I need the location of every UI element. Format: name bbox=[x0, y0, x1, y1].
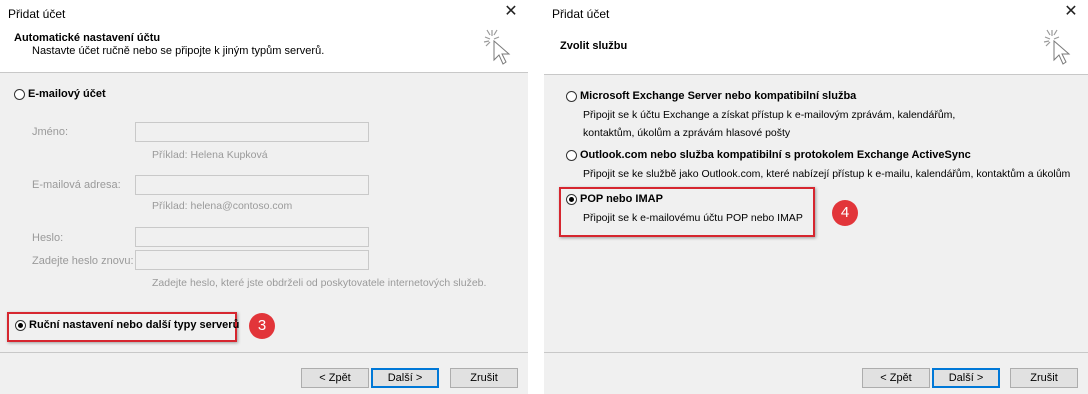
back-button[interactable]: < Zpět bbox=[862, 368, 930, 388]
close-icon[interactable]: ✕ bbox=[1062, 3, 1080, 21]
pop-imap-radio[interactable] bbox=[566, 194, 577, 205]
name-label: Jméno: bbox=[32, 126, 69, 138]
pop-imap-label: POP nebo IMAP bbox=[580, 193, 663, 205]
header-title: Automatické nastavení účtu bbox=[14, 32, 161, 44]
outlook-com-desc: Připojit se ke službě jako Outlook.com, … bbox=[583, 168, 1071, 180]
step-badge: 3 bbox=[249, 313, 275, 339]
manual-setup-label: Ruční nastavení nebo další typy serverů bbox=[29, 319, 240, 331]
password-hint: Zadejte heslo, které jste obdrželi od po… bbox=[152, 277, 487, 289]
step-badge: 4 bbox=[832, 200, 858, 226]
name-hint: Příklad: Helena Kupková bbox=[152, 149, 268, 161]
header-subtitle: Nastavte účet ručně nebo se připojte k j… bbox=[32, 45, 325, 57]
email-account-label: E-mailový účet bbox=[28, 88, 106, 100]
email-label: E-mailová adresa: bbox=[32, 179, 121, 191]
exchange-desc-line1: Připojit se k účtu Exchange a získat pří… bbox=[583, 109, 956, 121]
password-label: Heslo: bbox=[32, 232, 64, 244]
email-hint: Příklad: helena@contoso.com bbox=[152, 200, 293, 212]
exchange-label: Microsoft Exchange Server nebo kompatibi… bbox=[580, 90, 857, 102]
email-field[interactable] bbox=[135, 175, 369, 195]
title-bar: Přidat účet ✕ bbox=[0, 0, 528, 26]
divider bbox=[0, 352, 528, 353]
add-account-dialog-automatic: Přidat účet ✕ Automatické nastavení účtu… bbox=[0, 0, 528, 394]
cancel-button[interactable]: Zrušit bbox=[1010, 368, 1078, 388]
divider bbox=[544, 352, 1088, 353]
title-bar: Přidat účet ✕ bbox=[544, 0, 1088, 26]
wizard-header: Zvolit službu bbox=[544, 26, 1088, 75]
exchange-desc-line2: kontaktům, úkolům a zprávám hlasové pošt… bbox=[583, 127, 791, 139]
password-repeat-field[interactable] bbox=[135, 250, 369, 270]
next-button[interactable]: Další > bbox=[932, 368, 1000, 388]
cancel-button[interactable]: Zrušit bbox=[450, 368, 518, 388]
close-icon[interactable]: ✕ bbox=[502, 3, 520, 21]
window-title: Přidat účet bbox=[8, 7, 66, 21]
password-field[interactable] bbox=[135, 227, 369, 247]
add-account-dialog-choose-service: Přidat účet ✕ Zvolit službu Microsoft Ex… bbox=[544, 0, 1088, 394]
pop-imap-desc: Připojit se k e-mailovému účtu POP nebo … bbox=[583, 212, 803, 224]
magic-wand-cursor-icon bbox=[1043, 29, 1071, 65]
wizard-header: Automatické nastavení účtu Nastavte účet… bbox=[0, 26, 528, 73]
header-title: Zvolit službu bbox=[560, 40, 628, 52]
email-account-radio[interactable] bbox=[14, 89, 25, 100]
name-field[interactable] bbox=[135, 122, 369, 142]
window-title: Přidat účet bbox=[552, 7, 610, 21]
password-repeat-label: Zadejte heslo znovu: bbox=[32, 255, 134, 267]
back-button[interactable]: < Zpět bbox=[301, 368, 369, 388]
outlook-com-radio[interactable] bbox=[566, 150, 577, 161]
exchange-radio[interactable] bbox=[566, 91, 577, 102]
manual-setup-radio[interactable] bbox=[15, 320, 26, 331]
next-button[interactable]: Další > bbox=[371, 368, 439, 388]
magic-wand-cursor-icon bbox=[483, 29, 511, 65]
outlook-com-label: Outlook.com nebo služba kompatibilní s p… bbox=[580, 149, 971, 161]
